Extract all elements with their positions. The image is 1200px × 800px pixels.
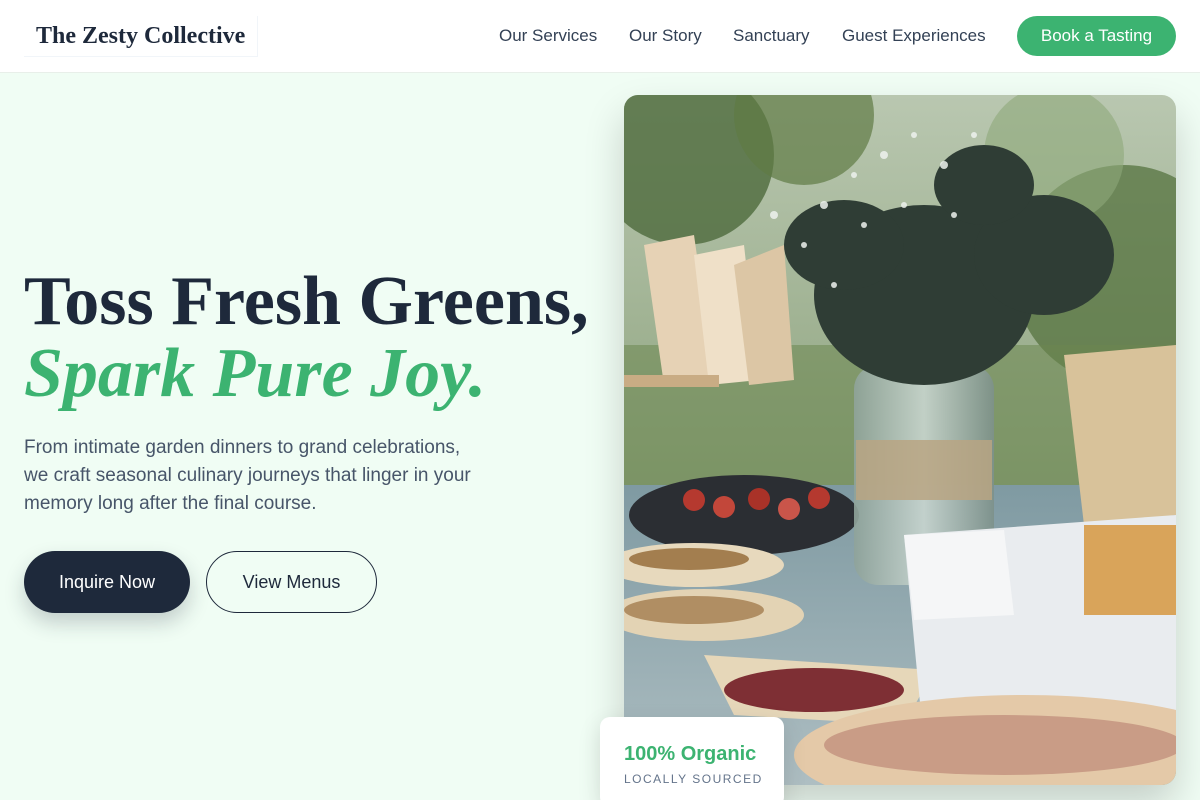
badge-subtitle: LOCALLY SOURCED <box>624 772 763 786</box>
book-tasting-button[interactable]: Book a Tasting <box>1017 16 1176 56</box>
organic-badge: 100% Organic LOCALLY SOURCED <box>600 717 784 800</box>
badge-title: 100% Organic <box>624 743 757 765</box>
hero-photo <box>624 95 1176 785</box>
hero-title-line2: Spark Pure Joy. <box>24 335 487 412</box>
site-header: The Zesty Collective Our Services Our St… <box>0 0 1200 73</box>
view-menus-button[interactable]: View Menus <box>206 551 377 613</box>
nav-link-sanctuary[interactable]: Sanctuary <box>733 26 810 46</box>
inquire-now-button[interactable]: Inquire Now <box>24 551 190 613</box>
nav-link-guest-experiences[interactable]: Guest Experiences <box>842 26 986 46</box>
site-logo[interactable]: The Zesty Collective <box>24 16 259 57</box>
hero-title-line1: Toss Fresh Greens, <box>24 263 589 340</box>
hero-title: Toss Fresh Greens, Spark Pure Joy. <box>24 266 589 410</box>
nav-link-our-services[interactable]: Our Services <box>499 26 597 46</box>
hero-description: From intimate garden dinners to grand ce… <box>24 437 471 514</box>
nav-link-our-story[interactable]: Our Story <box>629 26 702 46</box>
